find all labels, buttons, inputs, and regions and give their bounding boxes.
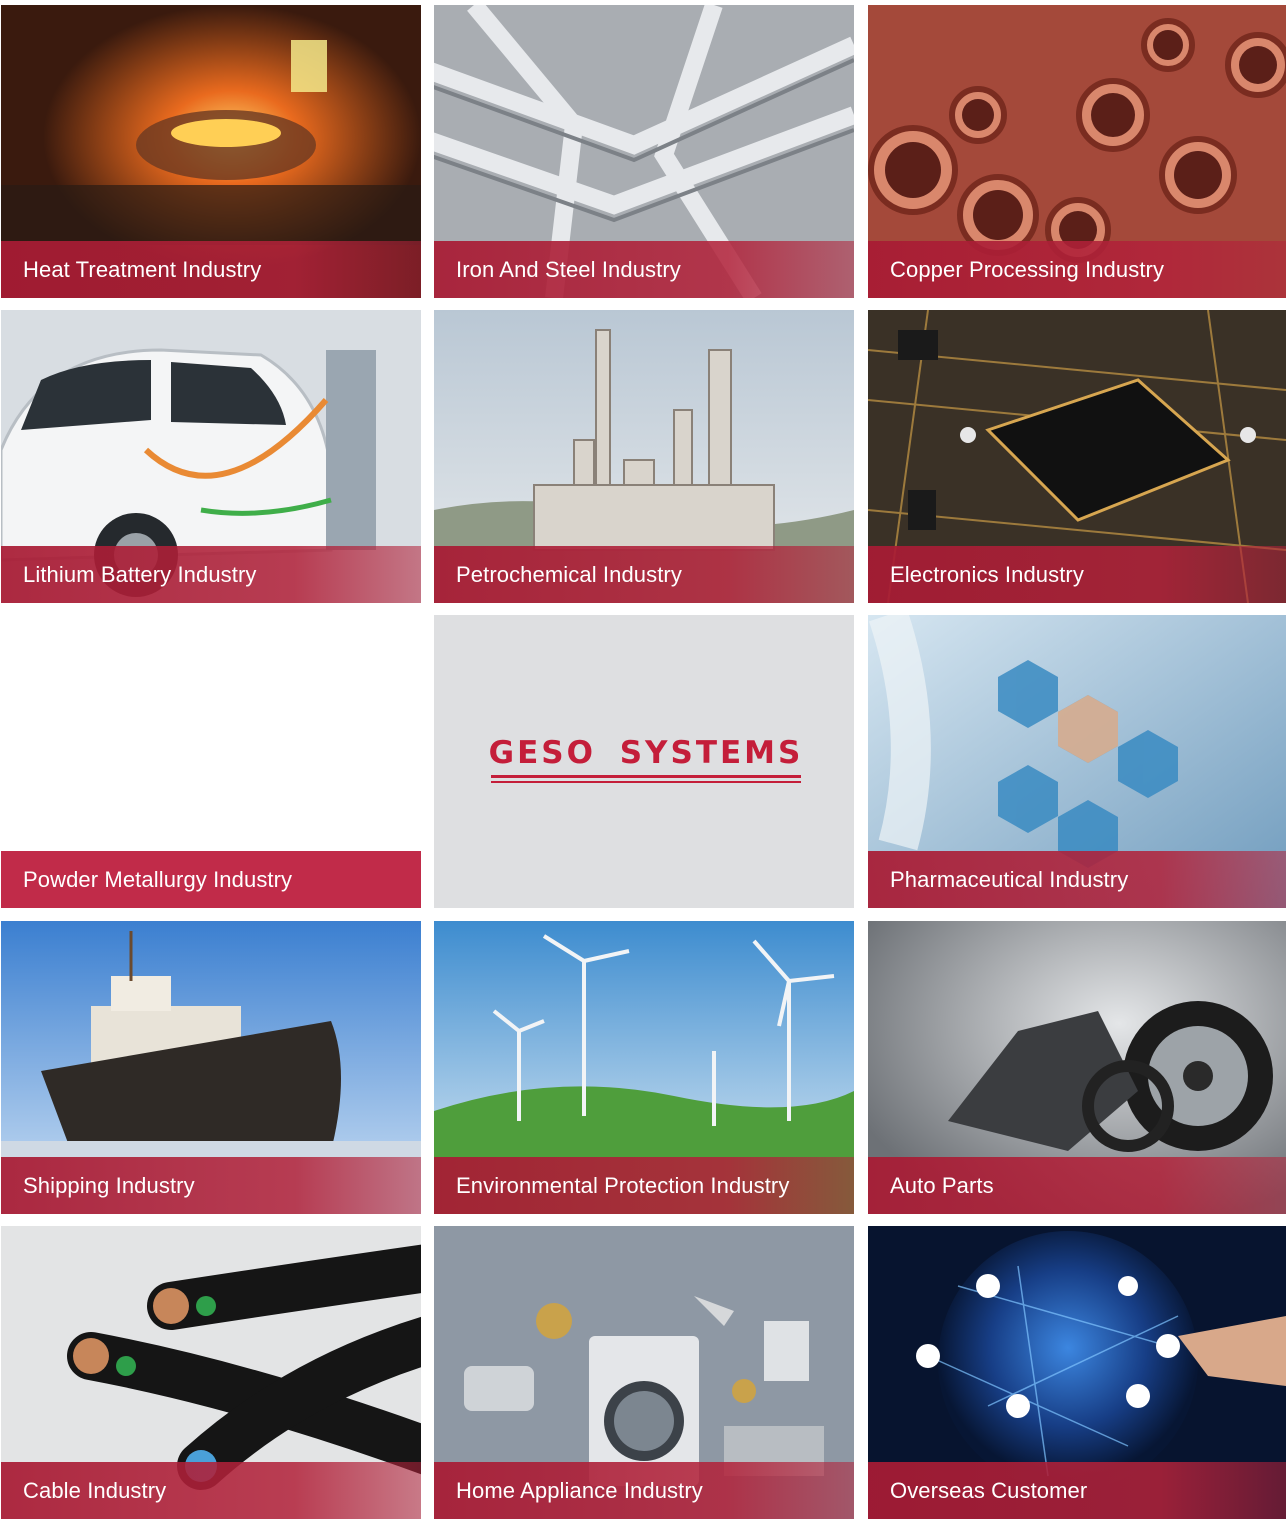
- tile-label: Petrochemical Industry: [456, 561, 682, 587]
- tile-caption: Shipping Industry: [1, 1157, 421, 1214]
- tile-label: Electronics Industry: [890, 561, 1084, 587]
- tile-caption: Copper Processing Industry: [868, 241, 1286, 298]
- tile-petrochemical[interactable]: Petrochemical Industry: [434, 310, 854, 603]
- tile-caption: Powder Metallurgy Industry: [1, 851, 421, 908]
- tile-label: Shipping Industry: [23, 1172, 195, 1198]
- tile-auto-parts[interactable]: Auto Parts: [868, 921, 1286, 1214]
- tile-label: Pharmaceutical Industry: [890, 866, 1129, 892]
- tile-label: Home Appliance Industry: [456, 1477, 703, 1503]
- tile-label: Auto Parts: [890, 1172, 994, 1198]
- tile-label: Copper Processing Industry: [890, 256, 1165, 282]
- tile-environmental[interactable]: Environmental Protection Industry: [434, 921, 854, 1214]
- brand-logo-text: GESO SYSTEMS: [488, 735, 804, 771]
- tile-iron-steel[interactable]: Iron And Steel Industry: [434, 5, 854, 298]
- industry-grid: Heat Treatment Industry Iron And Steel I…: [0, 0, 1286, 1520]
- tile-electronics[interactable]: Electronics Industry: [868, 310, 1286, 603]
- tile-pharmaceutical[interactable]: Pharmaceutical Industry: [868, 615, 1286, 908]
- tile-caption: Heat Treatment Industry: [1, 241, 421, 298]
- tile-copper[interactable]: Copper Processing Industry: [868, 5, 1286, 298]
- tile-caption: Auto Parts: [868, 1157, 1286, 1214]
- tile-caption: Overseas Customer: [868, 1462, 1286, 1519]
- logo-underline: [491, 775, 801, 778]
- tile-label: Powder Metallurgy Industry: [23, 866, 293, 892]
- tile-overseas-customer[interactable]: Overseas Customer: [868, 1226, 1286, 1519]
- tile-caption: Environmental Protection Industry: [434, 1157, 854, 1214]
- tile-label: Lithium Battery Industry: [23, 561, 257, 587]
- tile-home-appliance[interactable]: Home Appliance Industry: [434, 1226, 854, 1519]
- tile-caption: Iron And Steel Industry: [434, 241, 854, 298]
- tile-heat-treatment[interactable]: Heat Treatment Industry: [1, 5, 421, 298]
- tile-caption: Electronics Industry: [868, 546, 1286, 603]
- tile-lithium-battery[interactable]: Lithium Battery Industry: [1, 310, 421, 603]
- brand-logo-tile: GESO SYSTEMS: [434, 615, 854, 908]
- tile-caption: Pharmaceutical Industry: [868, 851, 1286, 908]
- tile-caption: Petrochemical Industry: [434, 546, 854, 603]
- tile-cable[interactable]: Cable Industry: [1, 1226, 421, 1519]
- logo-underline: [491, 781, 801, 783]
- tile-caption: Cable Industry: [1, 1462, 421, 1519]
- tile-shipping[interactable]: Shipping Industry: [1, 921, 421, 1214]
- tile-powder-metallurgy[interactable]: Powder Metallurgy Industry: [1, 615, 421, 908]
- tile-label: Cable Industry: [23, 1477, 167, 1503]
- tile-label: Overseas Customer: [890, 1477, 1088, 1503]
- brand-logo: GESO SYSTEMS: [488, 735, 804, 783]
- tile-label: Heat Treatment Industry: [23, 256, 262, 282]
- tile-caption: Home Appliance Industry: [434, 1462, 854, 1519]
- tile-label: Iron And Steel Industry: [456, 256, 681, 282]
- tile-label: Environmental Protection Industry: [456, 1172, 790, 1198]
- tile-caption: Lithium Battery Industry: [1, 546, 421, 603]
